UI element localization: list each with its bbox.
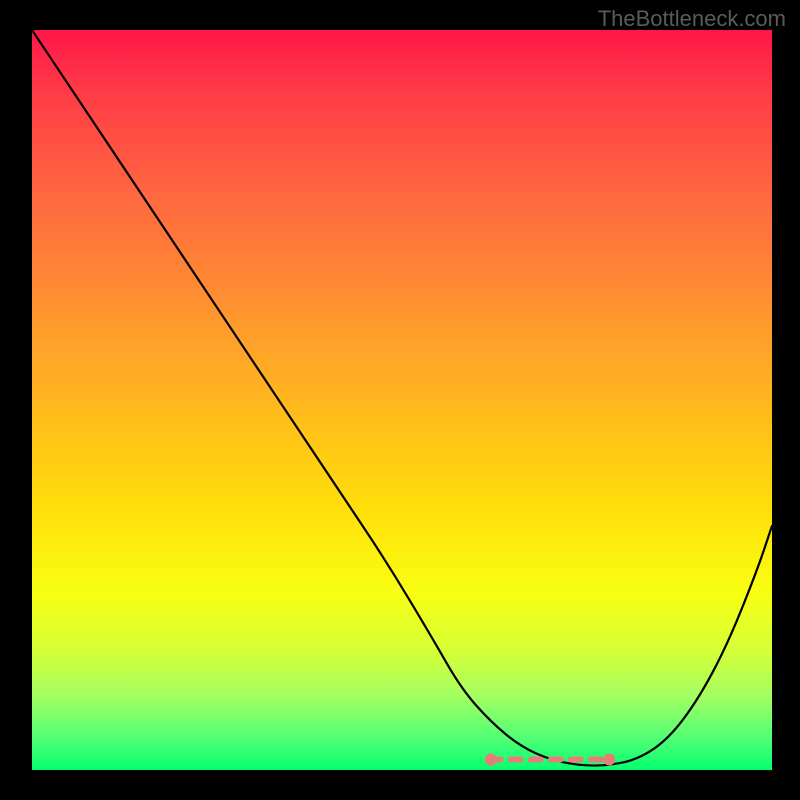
- optimal-region-start-dot: [485, 754, 497, 766]
- watermark-text: TheBottleneck.com: [598, 6, 786, 32]
- bottleneck-curve-path: [32, 30, 772, 766]
- chart-svg-overlay: [32, 30, 772, 770]
- chart-plot-area: [32, 30, 772, 770]
- optimal-region-end-dot: [603, 754, 615, 766]
